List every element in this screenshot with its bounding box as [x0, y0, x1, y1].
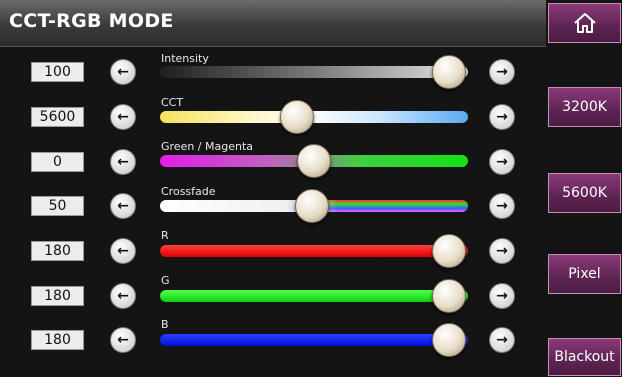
green-magenta-increase-button[interactable]: → — [489, 149, 515, 175]
cct-label: CCT — [161, 96, 184, 109]
arrow-right-icon: → — [496, 198, 508, 214]
arrow-right-icon: → — [496, 154, 508, 170]
blackout-button[interactable]: Blackout — [548, 338, 621, 376]
arrow-left-icon: ← — [117, 154, 129, 170]
crossfade-slider-handle[interactable] — [295, 189, 329, 223]
arrow-left-icon: ← — [117, 198, 129, 214]
preset-5600k-button[interactable]: 5600K — [548, 173, 621, 213]
green-magenta-decrease-button[interactable]: ← — [110, 149, 136, 175]
blue-increase-button[interactable]: → — [489, 327, 515, 353]
intensity-value[interactable]: 100 — [31, 62, 84, 82]
crossfade-increase-button[interactable]: → — [489, 193, 515, 219]
arrow-left-icon: ← — [117, 288, 129, 304]
cct-slider-handle[interactable] — [280, 100, 314, 134]
preset-3200k-button[interactable]: 3200K — [548, 87, 621, 127]
blue-slider-handle[interactable] — [432, 323, 466, 357]
red-slider-handle[interactable] — [432, 234, 466, 268]
arrow-right-icon: → — [496, 288, 508, 304]
red-label: R — [161, 229, 169, 242]
intensity-label: Intensity — [161, 52, 209, 65]
green-magenta-label: Green / Magenta — [161, 140, 254, 153]
cct-value[interactable]: 5600 — [31, 107, 84, 127]
green-decrease-button[interactable]: ← — [110, 283, 136, 309]
pixel-button[interactable]: Pixel — [548, 254, 621, 294]
blue-slider[interactable] — [160, 334, 468, 346]
arrow-left-icon: ← — [117, 109, 129, 125]
cct-increase-button[interactable]: → — [489, 104, 515, 130]
blue-decrease-button[interactable]: ← — [110, 327, 136, 353]
intensity-decrease-button[interactable]: ← — [110, 59, 136, 85]
arrow-right-icon: → — [496, 64, 508, 80]
red-slider[interactable] — [160, 245, 468, 257]
header-bar: CCT-RGB MODE — [0, 0, 546, 47]
arrow-left-icon: ← — [117, 243, 129, 259]
green-magenta-value[interactable]: 0 — [31, 152, 84, 172]
red-value[interactable]: 180 — [31, 241, 84, 261]
crossfade-decrease-button[interactable]: ← — [110, 193, 136, 219]
arrow-right-icon: → — [496, 243, 508, 259]
green-value[interactable]: 180 — [31, 286, 84, 306]
page-title: CCT-RGB MODE — [9, 10, 174, 32]
red-increase-button[interactable]: → — [489, 238, 515, 264]
arrow-left-icon: ← — [117, 64, 129, 80]
green-label: G — [161, 274, 170, 287]
green-slider[interactable] — [160, 290, 468, 302]
intensity-increase-button[interactable]: → — [489, 59, 515, 85]
home-icon — [573, 13, 596, 33]
cct-decrease-button[interactable]: ← — [110, 104, 136, 130]
green-slider-handle[interactable] — [432, 279, 466, 313]
intensity-slider[interactable] — [160, 66, 468, 78]
blue-label: B — [161, 318, 169, 331]
home-button[interactable] — [548, 3, 621, 43]
arrow-right-icon: → — [496, 332, 508, 348]
crossfade-label: Crossfade — [161, 185, 216, 198]
intensity-slider-handle[interactable] — [432, 55, 466, 89]
green-increase-button[interactable]: → — [489, 283, 515, 309]
red-decrease-button[interactable]: ← — [110, 238, 136, 264]
arrow-right-icon: → — [496, 109, 508, 125]
cct-slider[interactable] — [160, 111, 468, 123]
blue-value[interactable]: 180 — [31, 330, 84, 350]
crossfade-value[interactable]: 50 — [31, 196, 84, 216]
arrow-left-icon: ← — [117, 332, 129, 348]
green-magenta-slider-handle[interactable] — [297, 144, 331, 178]
